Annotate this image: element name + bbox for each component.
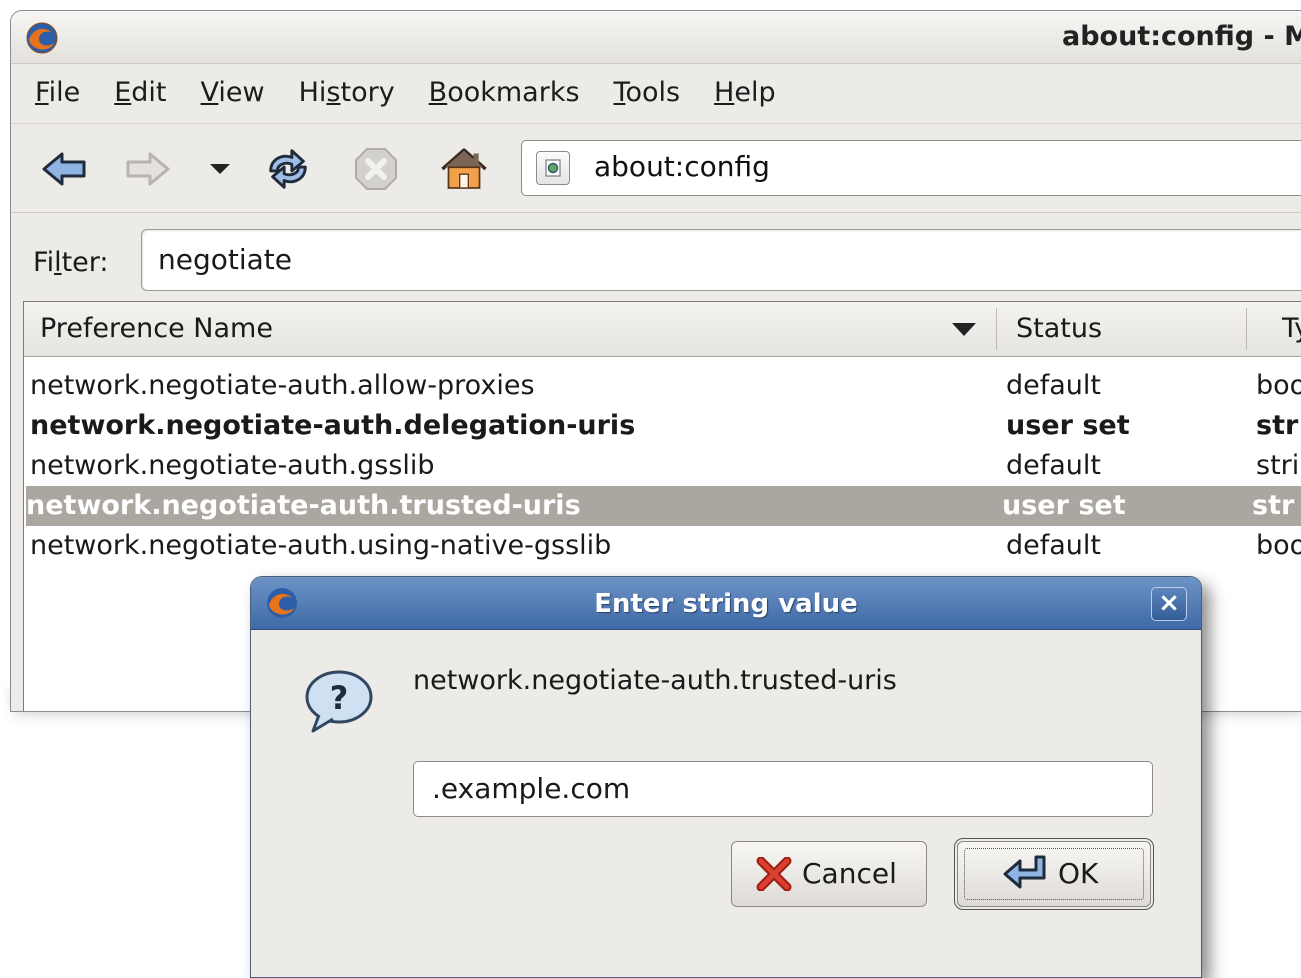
window-title: about:config - M bbox=[1061, 21, 1301, 52]
table-row[interactable]: network.negotiate-auth.trusted-uris user … bbox=[26, 486, 1301, 526]
enter-string-dialog: Enter string value × ? network.negotiate… bbox=[250, 576, 1202, 978]
dialog-titlebar[interactable]: Enter string value × bbox=[251, 577, 1201, 630]
type-cell: boo bbox=[1256, 530, 1301, 561]
firefox-logo-icon bbox=[25, 21, 59, 59]
table-row[interactable]: network.negotiate-auth.allow-proxies defa… bbox=[30, 366, 1301, 406]
column-separator[interactable] bbox=[996, 308, 997, 350]
column-header-preference-name[interactable]: Preference Name bbox=[40, 302, 273, 356]
cancel-label: Cancel bbox=[802, 857, 897, 890]
menu-item[interactable]: File bbox=[35, 77, 80, 108]
table-row[interactable]: network.negotiate-auth.using-native-gssl… bbox=[30, 526, 1301, 566]
filter-bar: Filter: negotiate bbox=[11, 221, 1301, 301]
stop-icon[interactable] bbox=[351, 144, 401, 194]
menu-item[interactable]: Bookmarks bbox=[429, 77, 580, 108]
status-cell: default bbox=[1006, 450, 1102, 481]
sort-descending-icon[interactable] bbox=[952, 323, 976, 336]
menubar: File Edit View History Bookmarks Tools Help bbox=[11, 64, 1301, 120]
table-row[interactable]: network.negotiate-auth.gsslib default stri bbox=[30, 446, 1301, 486]
type-cell: stri bbox=[1256, 450, 1300, 481]
filter-input-value: negotiate bbox=[158, 243, 292, 276]
menu-item[interactable]: History bbox=[299, 77, 395, 108]
filter-input[interactable]: negotiate bbox=[141, 229, 1301, 291]
pref-name-cell: network.negotiate-auth.delegation-uris bbox=[30, 410, 636, 441]
pref-name-cell: network.negotiate-auth.using-native-gssl… bbox=[30, 530, 612, 561]
type-cell: str bbox=[1252, 490, 1295, 521]
back-arrow-icon[interactable] bbox=[39, 144, 89, 194]
question-icon: ? bbox=[303, 669, 375, 739]
forward-arrow-icon[interactable] bbox=[123, 144, 173, 194]
filter-label: Filter: bbox=[33, 247, 109, 278]
string-value-text: .example.com bbox=[432, 772, 631, 805]
cancel-button[interactable]: Cancel bbox=[731, 841, 927, 907]
url-text: about:config bbox=[594, 150, 770, 183]
pref-name-cell: network.negotiate-auth.allow-proxies bbox=[30, 370, 535, 401]
menu-item[interactable]: Help bbox=[714, 77, 776, 108]
dropdown-arrow-icon[interactable] bbox=[195, 144, 245, 194]
ok-button[interactable]: OK bbox=[957, 841, 1151, 907]
table-header: Preference Name Status Ty bbox=[24, 302, 1301, 357]
dialog-title: Enter string value bbox=[594, 589, 858, 619]
column-header-status[interactable]: Status bbox=[1016, 302, 1102, 356]
status-cell: default bbox=[1006, 530, 1102, 561]
status-cell: user set bbox=[1006, 410, 1130, 441]
dialog-prompt: network.negotiate-auth.trusted-uris bbox=[413, 665, 897, 696]
type-cell: str bbox=[1256, 410, 1299, 441]
url-bar[interactable]: about:config bbox=[521, 140, 1301, 196]
enter-arrow-icon bbox=[1002, 854, 1048, 899]
menu-item[interactable]: Edit bbox=[114, 77, 166, 108]
column-separator[interactable] bbox=[1246, 308, 1247, 350]
ok-label: OK bbox=[1058, 857, 1099, 890]
table-row[interactable]: network.negotiate-auth.delegation-uris us… bbox=[30, 406, 1301, 446]
status-cell: default bbox=[1006, 370, 1102, 401]
string-value-input[interactable]: .example.com bbox=[413, 761, 1153, 817]
menu-item[interactable]: View bbox=[201, 77, 265, 108]
navigation-toolbar: about:config bbox=[11, 123, 1301, 213]
home-icon[interactable] bbox=[439, 144, 489, 194]
cancel-x-icon bbox=[756, 856, 792, 898]
svg-text:?: ? bbox=[330, 679, 349, 717]
column-header-type[interactable]: Ty bbox=[1282, 302, 1301, 356]
pref-name-cell: network.negotiate-auth.gsslib bbox=[30, 450, 435, 481]
window-titlebar[interactable]: about:config - M bbox=[11, 11, 1301, 64]
page-icon bbox=[536, 151, 570, 185]
status-cell: user set bbox=[1002, 490, 1126, 521]
reload-icon[interactable] bbox=[263, 144, 313, 194]
type-cell: boo bbox=[1256, 370, 1301, 401]
pref-name-cell: network.negotiate-auth.trusted-uris bbox=[26, 490, 581, 521]
menu-item[interactable]: Tools bbox=[614, 77, 681, 108]
close-button[interactable]: × bbox=[1151, 587, 1187, 621]
